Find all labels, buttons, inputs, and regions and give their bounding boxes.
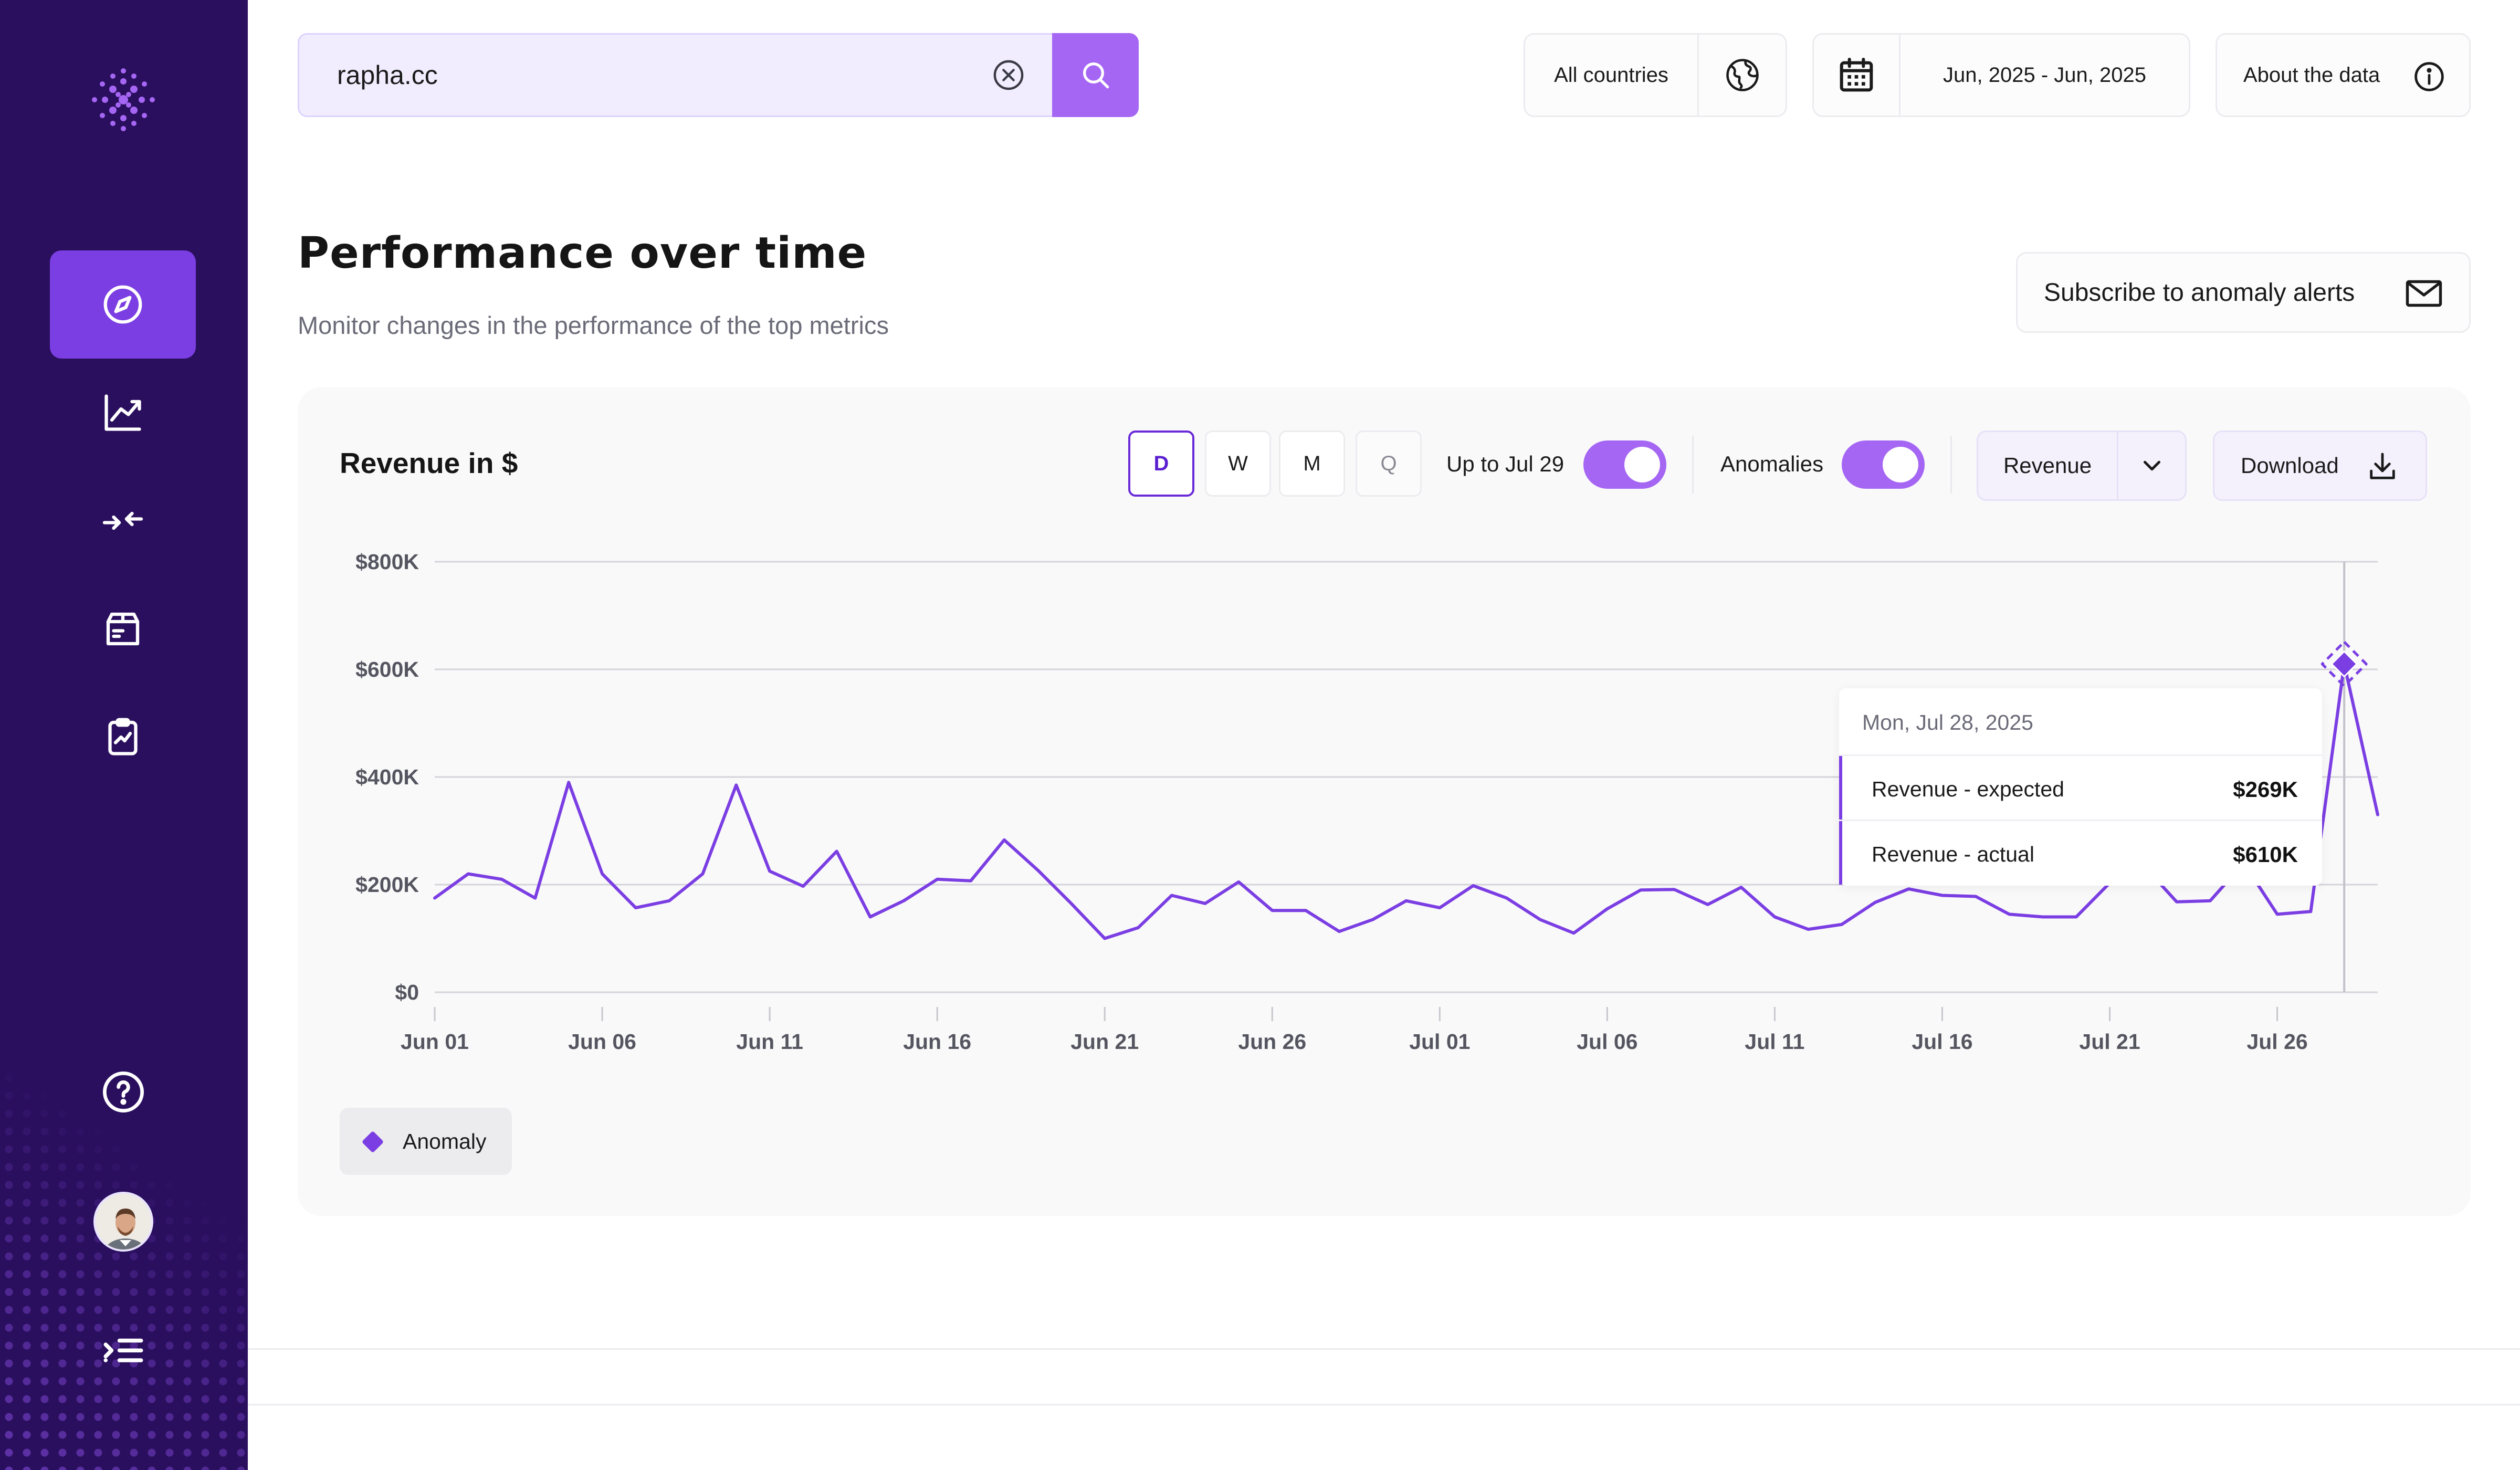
anomaly-diamond-icon <box>361 1130 384 1153</box>
x-tick-label: Jun 06 <box>568 1030 636 1054</box>
globe-icon <box>1726 59 1759 91</box>
chart-legend-anomaly[interactable]: Anomaly <box>340 1108 512 1175</box>
box-icon <box>106 612 140 646</box>
help-circle-icon <box>103 1072 144 1112</box>
y-tick-label: $800K <box>355 550 419 574</box>
y-tick-label: $200K <box>355 873 419 897</box>
date-range-filter[interactable]: Jun, 2025 - Jun, 2025 <box>1812 33 2190 117</box>
search-field[interactable]: rapha.cc <box>298 33 1139 117</box>
trend-chart-icon <box>104 394 141 431</box>
x-tick-label: Jul 21 <box>2079 1030 2140 1054</box>
tooltip-row-marker <box>1839 821 1842 885</box>
x-tick-label: Jun 11 <box>736 1030 803 1054</box>
about-data-label: About the data <box>2243 63 2380 87</box>
nav-item-reports[interactable] <box>50 683 196 791</box>
x-tick-label: Jul 01 <box>1409 1030 1470 1054</box>
search-icon <box>1083 62 1109 89</box>
x-tick-label: Jun 16 <box>903 1030 971 1054</box>
x-tick-label: Jul 06 <box>1577 1030 1637 1054</box>
anomaly-marker <box>2330 650 2358 678</box>
section-divider <box>248 1404 2520 1405</box>
x-tick-label: Jul 11 <box>1745 1030 1804 1054</box>
tooltip-date: Mon, Jul 28, 2025 <box>1862 710 2033 734</box>
x-tick-label: Jul 26 <box>2246 1030 2307 1054</box>
search-input[interactable]: rapha.cc <box>337 35 438 116</box>
tooltip-row-marker <box>1839 756 1842 820</box>
user-avatar[interactable] <box>93 1192 153 1252</box>
country-filter[interactable]: All countries <box>1524 33 1787 117</box>
subscribe-anomaly-alerts-button[interactable]: Subscribe to anomaly alerts <box>2016 252 2471 333</box>
search-button[interactable] <box>1052 33 1139 117</box>
x-tick-label: Jul 16 <box>1912 1030 1972 1054</box>
legend-label: Anomaly <box>403 1129 487 1153</box>
nav-item-explore[interactable] <box>50 250 196 359</box>
tooltip-row-label: Revenue - expected <box>1872 777 2064 801</box>
sidebar <box>0 0 248 1470</box>
clear-circle-icon[interactable] <box>991 58 1026 92</box>
compass-icon <box>103 285 142 324</box>
dotted-logo-icon[interactable] <box>89 66 158 134</box>
subscribe-label: Subscribe to anomaly alerts <box>2044 278 2355 307</box>
y-tick-label: $600K <box>355 657 419 681</box>
clipboard-chart-icon <box>108 718 138 755</box>
info-icon <box>2414 62 2444 91</box>
section-divider <box>248 1348 2520 1350</box>
help-button[interactable] <box>97 1066 150 1118</box>
chart-tooltip: Mon, Jul 28, 2025 Revenue - expected $26… <box>1839 688 2322 886</box>
nav-item-trends[interactable] <box>50 359 196 467</box>
about-data-button[interactable]: About the data <box>2216 33 2471 117</box>
menu-collapse-icon <box>103 1338 143 1362</box>
nav-item-products[interactable] <box>50 575 196 683</box>
country-label: All countries <box>1554 63 1668 87</box>
tooltip-row-value: $610K <box>2233 842 2298 867</box>
calendar-icon <box>1840 58 1873 92</box>
tooltip-row-actual: Revenue - actual $610K <box>1839 820 2322 885</box>
revenue-chart-card: Revenue in $ D W M Q Up to Jul 29 Anomal… <box>298 387 2471 1216</box>
x-tick-label: Jun 21 <box>1070 1030 1139 1054</box>
compare-arrows-icon <box>102 511 143 530</box>
collapse-sidebar-button[interactable] <box>97 1326 150 1379</box>
x-tick-label: Jun 01 <box>401 1030 469 1054</box>
date-range-label: Jun, 2025 - Jun, 2025 <box>1943 63 2146 87</box>
page-title: Performance over time <box>298 228 867 278</box>
mail-icon <box>2406 280 2442 307</box>
tooltip-row-expected: Revenue - expected $269K <box>1839 754 2322 820</box>
tooltip-row-value: $269K <box>2233 777 2298 802</box>
y-tick-label: $0 <box>395 980 419 1004</box>
page-subtitle: Monitor changes in the performance of th… <box>298 311 889 339</box>
x-tick-label: Jun 26 <box>1238 1030 1306 1054</box>
nav-item-compare[interactable] <box>50 467 196 575</box>
y-tick-label: $400K <box>355 765 419 789</box>
tooltip-row-label: Revenue - actual <box>1872 842 2034 866</box>
